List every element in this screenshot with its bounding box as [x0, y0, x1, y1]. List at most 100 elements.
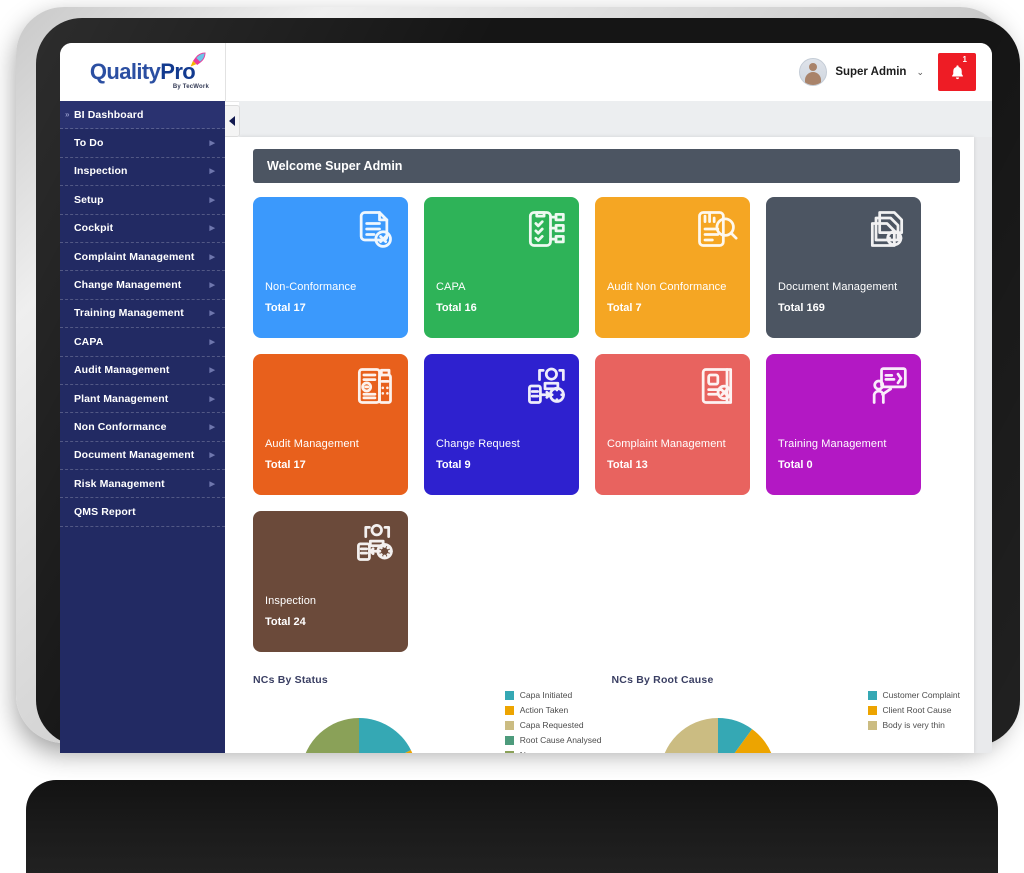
kpi-tile-total: Total 0	[778, 459, 813, 471]
kpi-tile-non-conformance[interactable]: Non-Conformance Total 17	[253, 197, 408, 338]
kpi-tile-title: Audit Non Conformance	[607, 281, 727, 293]
kpi-tile-change-request[interactable]: Change Request Total 9	[424, 354, 579, 495]
sidebar-item-label: CAPA	[74, 335, 104, 348]
kpi-tile-title: Audit Management	[265, 438, 359, 450]
legend-item[interactable]: Action Taken	[504, 705, 602, 715]
legend-label: Body is very thin	[882, 720, 945, 730]
notifications-button[interactable]: 1	[938, 53, 976, 91]
legend-item[interactable]: Customer Complaint	[867, 690, 960, 700]
bullet-icon: »	[65, 110, 70, 120]
sidebar-item-capa[interactable]: CAPA ▶	[60, 328, 225, 357]
chevron-left-icon	[229, 116, 235, 126]
user-avatar-icon	[799, 58, 828, 86]
sidebar-item-setup[interactable]: Setup ▶	[60, 186, 225, 215]
chart-title: NCs By Status	[253, 674, 328, 686]
sidebar-item-inspection[interactable]: Inspection ▶	[60, 158, 225, 187]
kpi-tile-title: Non-Conformance	[265, 281, 357, 293]
bell-icon	[951, 64, 963, 79]
sidebar-item-bi-dashboard[interactable]: » BI Dashboard	[60, 101, 225, 130]
kpi-tile-total: Total 24	[265, 616, 306, 628]
document-error-icon	[359, 211, 392, 248]
kpi-tile-training-management[interactable]: Training Management Total 0	[766, 354, 921, 495]
pie-slice[interactable]	[660, 718, 718, 753]
kpi-tile-total: Total 7	[607, 302, 642, 314]
notification-badge: 1	[962, 55, 967, 64]
kpi-tile-title: Inspection	[265, 595, 317, 607]
kpi-tile-total: Total 17	[265, 302, 306, 314]
sidebar-item-label: To Do	[74, 137, 104, 150]
legend-item[interactable]: Capa Initiated	[504, 690, 602, 700]
sidebar-item-cockpit[interactable]: Cockpit ▶	[60, 215, 225, 243]
kpi-tile-title: Change Request	[436, 438, 520, 450]
sidebar-nav: » BI Dashboard To Do ▶ Inspection ▶ Setup ▶ Cock…	[60, 101, 225, 753]
legend-swatch	[504, 735, 514, 745]
chevron-right-icon: ▶	[209, 452, 215, 460]
user-menu[interactable]: Super Admin ⌄	[799, 58, 924, 86]
chart-legend: Customer Complaint Client Root Cause Body …	[867, 690, 960, 730]
kpi-tile-total: Total 16	[436, 302, 477, 314]
kpi-tile-capa[interactable]: CAPA Total 16	[424, 197, 579, 338]
app-logo[interactable]: QualityPro By TecWork	[60, 43, 226, 101]
sidebar-item-label: Complaint Management	[74, 250, 195, 263]
sidebar-item-risk-management[interactable]: Risk Management ▶	[60, 470, 225, 499]
legend-swatch	[504, 750, 514, 753]
sidebar-item-training-management[interactable]: Training Management ▶	[60, 300, 225, 329]
kpi-tile-complaint-management[interactable]: Complaint Management Total 13	[595, 354, 750, 495]
kpi-tile-title: Document Management	[778, 281, 898, 293]
logo-main-text: Quality	[89, 59, 161, 84]
sidebar-item-label: Document Management	[74, 449, 195, 462]
kpi-tile-total: Total 13	[607, 459, 648, 471]
chevron-right-icon: ▶	[209, 140, 215, 148]
sidebar-item-complaint-management[interactable]: Complaint Management ▶	[60, 243, 225, 272]
checklist-flow-icon	[528, 211, 565, 247]
sidebar-collapse-toggle[interactable]	[225, 105, 240, 137]
chevron-right-icon: ▶	[209, 282, 215, 290]
kpi-tile-grid: Non-Conformance Total 17 CAPA Total 16 Audit…	[239, 183, 974, 652]
sidebar-item-label: Cockpit	[74, 222, 114, 235]
legend-item[interactable]: Capa Requested	[504, 720, 602, 730]
sidebar-item-audit-management[interactable]: Audit Management ▶	[60, 357, 225, 385]
sidebar-item-to-do[interactable]: To Do ▶	[60, 129, 225, 158]
chart-body: Capa Initiated Action Taken Capa Requested…	[253, 690, 602, 753]
pie-slice[interactable]	[301, 718, 359, 753]
sidebar-item-label: Risk Management	[74, 477, 165, 490]
sidebar-item-document-management[interactable]: Document Management ▶	[60, 442, 225, 471]
sidebar-item-non-conformance[interactable]: Non Conformance ▶	[60, 413, 225, 442]
legend-item[interactable]: New	[504, 750, 602, 753]
kpi-tile-total: Total 169	[778, 302, 825, 314]
chevron-right-icon: ▶	[209, 338, 215, 346]
chart-card-0: NCs By Status Capa Initiated Action Taken C…	[253, 674, 602, 753]
kpi-tile-audit-non-conformance[interactable]: Audit Non Conformance Total 7	[595, 197, 750, 338]
legend-swatch	[867, 720, 877, 730]
audit-calculator-icon	[357, 368, 392, 404]
kpi-tile-title: CAPA	[436, 281, 466, 293]
legend-label: Client Root Cause	[882, 705, 952, 715]
sidebar-item-plant-management[interactable]: Plant Management ▶	[60, 385, 225, 414]
tablet-screen: QualityPro By TecWork Super Admin ⌄ 1 » …	[60, 43, 992, 753]
chevron-right-icon: ▶	[209, 168, 215, 176]
kpi-tile-document-management[interactable]: Document Management Total 169	[766, 197, 921, 338]
chart-body: Customer Complaint Client Root Cause Body …	[612, 690, 960, 753]
chevron-right-icon: ▶	[209, 196, 215, 204]
tablet-device-frame: QualityPro By TecWork Super Admin ⌄ 1 » …	[16, 7, 1020, 753]
legend-label: New	[520, 750, 537, 753]
chevron-right-icon: ▶	[209, 310, 215, 318]
top-bar: QualityPro By TecWork Super Admin ⌄ 1	[60, 43, 992, 102]
chevron-down-icon: ⌄	[916, 66, 924, 77]
legend-label: Root Cause Analysed	[519, 735, 602, 745]
sidebar-item-label: Change Management	[74, 279, 182, 292]
training-board-icon	[872, 367, 907, 404]
kpi-tile-inspection[interactable]: Inspection Total 24	[253, 511, 408, 652]
legend-item[interactable]: Root Cause Analysed	[504, 735, 602, 745]
kpi-tile-audit-management[interactable]: Audit Management Total 17	[253, 354, 408, 495]
legend-item[interactable]: Body is very thin	[867, 720, 960, 730]
chevron-right-icon: ▶	[209, 225, 215, 233]
chevron-right-icon: ▶	[209, 480, 215, 488]
pie-slice[interactable]	[359, 718, 411, 753]
sidebar-item-label: Non Conformance	[74, 420, 167, 433]
sidebar-item-change-management[interactable]: Change Management ▶	[60, 271, 225, 300]
legend-swatch	[867, 690, 877, 700]
legend-item[interactable]: Client Root Cause	[867, 705, 960, 715]
legend-label: Customer Complaint	[882, 690, 960, 700]
sidebar-item-qms-report[interactable]: QMS Report	[60, 498, 225, 527]
